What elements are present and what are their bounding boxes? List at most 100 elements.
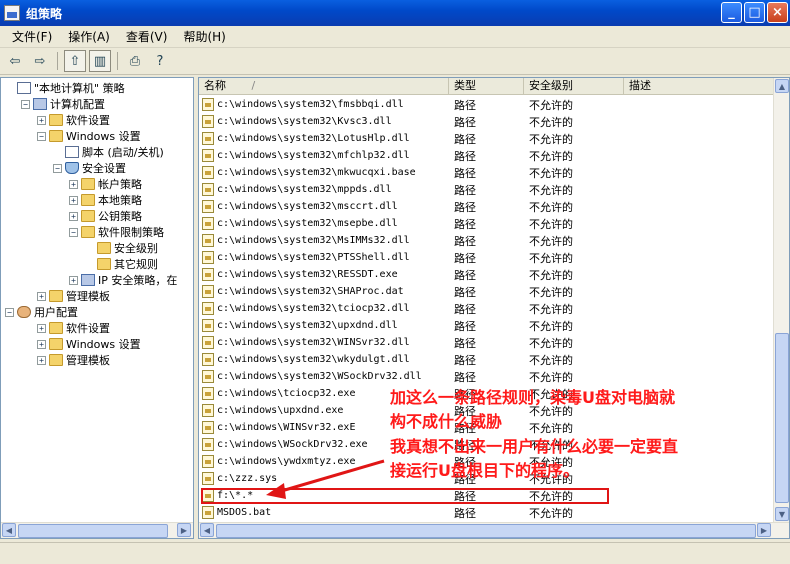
tree-item[interactable]: "本地计算机" 策略: [5, 80, 125, 96]
rule-row[interactable]: c:\windows\system32\LotusHlp.dll 路径 不允许的: [199, 130, 775, 147]
rule-row[interactable]: c:\windows\system32\MsIMMs32.dll 路径 不允许的: [199, 232, 775, 249]
rule-level-cell: 不允许的: [529, 200, 573, 214]
tree-item[interactable]: 脚本 (启动/关机): [53, 144, 164, 160]
folder-icon: [49, 290, 63, 302]
minimize-button[interactable]: _: [721, 2, 742, 23]
rule-row[interactable]: c:\windows\system32\WINSvr32.dll 路径 不允许的: [199, 334, 775, 351]
rule-path: MSDOS.bat: [217, 507, 272, 518]
scroll-left-arrow[interactable]: ◀: [2, 523, 16, 537]
tree-item[interactable]: − 计算机配置: [21, 96, 105, 112]
rule-row[interactable]: c:\windows\system32\mfchlp32.dll 路径 不允许的: [199, 147, 775, 164]
rule-row[interactable]: c:\windows\system32\WSockDrv32.dll 路径 不允许的: [199, 368, 775, 385]
rule-row[interactable]: c:\windows\system32\Kvsc3.dll 路径 不允许的: [199, 113, 775, 130]
tree-item[interactable]: + Windows 设置: [37, 336, 141, 352]
rule-type-cell: 路径: [454, 319, 476, 333]
tree-item-label: 计算机配置: [50, 98, 105, 111]
scroll-down-arrow[interactable]: ▼: [775, 507, 789, 521]
tree-item-label: 安全级别: [114, 242, 158, 255]
scroll-right-arrow[interactable]: ▶: [757, 523, 771, 537]
tree-scroll-thumb[interactable]: [18, 524, 168, 538]
expand-icon[interactable]: +: [37, 339, 46, 349]
rule-row[interactable]: c:\windows\system32\fmsbbqi.dll 路径 不允许的: [199, 96, 775, 113]
show-tree-icon[interactable]: ▥: [89, 50, 111, 72]
expand-icon[interactable]: +: [37, 291, 46, 301]
rule-level-cell: 不允许的: [529, 115, 573, 129]
list-hscroll-thumb[interactable]: [216, 524, 756, 538]
export-list-icon[interactable]: ⎙: [124, 50, 146, 72]
console-tree[interactable]: "本地计算机" 策略 − 计算机配置 + 软件设置 − Windows 设置 脚本 (启动/关…: [0, 77, 194, 539]
scroll-left-arrow[interactable]: ◀: [200, 523, 214, 537]
tree-item[interactable]: + 管理模板: [37, 288, 110, 304]
help-icon[interactable]: ?: [149, 50, 171, 72]
menu-file[interactable]: 文件(F): [4, 28, 60, 45]
tree-item[interactable]: + 帐户策略: [69, 176, 142, 192]
expand-icon[interactable]: +: [37, 355, 46, 365]
folder-icon: [81, 178, 95, 190]
rule-row[interactable]: c:\windows\system32\msccrt.dll 路径 不允许的: [199, 198, 775, 215]
tree-item-label: 本地策略: [98, 194, 142, 207]
list-horizontal-scrollbar[interactable]: ◀ ▶: [199, 522, 789, 538]
rule-level-cell: 不允许的: [529, 166, 573, 180]
collapse-icon[interactable]: −: [69, 227, 78, 237]
column-header-level[interactable]: 安全级别: [524, 78, 624, 95]
tree-item[interactable]: + 软件设置: [37, 320, 110, 336]
tree-item[interactable]: − 安全设置: [53, 160, 126, 176]
rule-type-cell: 路径: [454, 506, 476, 520]
rule-row[interactable]: c:\windows\system32\upxdnd.dll 路径 不允许的: [199, 317, 775, 334]
rule-row[interactable]: c:\windows\system32\mkwucqxi.base 路径 不允许的: [199, 164, 775, 181]
rule-path: c:\windows\upxdnd.exe: [217, 405, 344, 416]
up-folder-icon[interactable]: ⇧: [64, 50, 86, 72]
tree-item[interactable]: + 管理模板: [37, 352, 110, 368]
rule-path: c:\windows\system32\msepbe.dll: [217, 218, 398, 229]
tree-item[interactable]: + 软件设置: [37, 112, 110, 128]
folder-icon: [49, 114, 63, 126]
collapse-icon[interactable]: −: [21, 99, 30, 109]
rule-row[interactable]: c:\windows\system32\tciocp32.dll 路径 不允许的: [199, 300, 775, 317]
tree-item[interactable]: 其它规则: [85, 256, 158, 272]
tree-item-label: 管理模板: [66, 290, 110, 303]
tree-item[interactable]: 安全级别: [85, 240, 158, 256]
forward-icon[interactable]: ⇨: [29, 50, 51, 72]
list-vertical-scrollbar[interactable]: ▲ ▼: [773, 78, 789, 523]
rule-row[interactable]: c:\windows\system32\RESSDT.exe 路径 不允许的: [199, 266, 775, 283]
tree-item[interactable]: + IP 安全策略，在: [69, 272, 177, 288]
folder-icon: [49, 130, 63, 142]
expand-icon[interactable]: +: [37, 323, 46, 333]
collapse-icon[interactable]: −: [53, 163, 62, 173]
tree-item[interactable]: + 本地策略: [69, 192, 142, 208]
expand-icon[interactable]: +: [37, 115, 46, 125]
maximize-button[interactable]: □: [744, 2, 765, 23]
tree-item[interactable]: − Windows 设置: [37, 128, 141, 144]
tree-item[interactable]: − 软件限制策略: [69, 224, 164, 240]
menu-view[interactable]: 查看(V): [118, 28, 176, 45]
collapse-icon[interactable]: −: [37, 131, 46, 141]
expand-icon[interactable]: +: [69, 275, 78, 285]
annotation-line-4: 接运行U盘根目下的程序。: [390, 461, 579, 480]
expand-icon[interactable]: +: [69, 179, 78, 189]
rule-row[interactable]: c:\windows\system32\SHAProc.dat 路径 不允许的: [199, 283, 775, 300]
rule-row[interactable]: MSDOS.bat 路径 不允许的: [199, 504, 775, 521]
rule-row[interactable]: c:\windows\system32\msepbe.dll 路径 不允许的: [199, 215, 775, 232]
back-icon[interactable]: ⇦: [4, 50, 26, 72]
column-header-name[interactable]: 名称 /: [199, 78, 449, 95]
scroll-up-arrow[interactable]: ▲: [775, 79, 789, 93]
column-header-desc[interactable]: 描述: [624, 78, 775, 95]
rule-row[interactable]: c:\windows\system32\wkydulgt.dll 路径 不允许的: [199, 351, 775, 368]
expand-icon[interactable]: +: [69, 211, 78, 221]
collapse-icon[interactable]: −: [5, 307, 14, 317]
rule-level-cell: 不允许的: [529, 183, 573, 197]
tree-item[interactable]: + 公钥策略: [69, 208, 142, 224]
tree-item[interactable]: − 用户配置: [5, 304, 78, 320]
list-scroll-thumb[interactable]: [775, 333, 789, 503]
close-button[interactable]: ×: [767, 2, 788, 23]
column-header-type[interactable]: 类型: [449, 78, 524, 95]
tree-horizontal-scrollbar[interactable]: ◀ ▶: [1, 522, 193, 538]
expand-icon[interactable]: +: [69, 195, 78, 205]
menu-help[interactable]: 帮助(H): [175, 28, 233, 45]
rule-row[interactable]: c:\windows\system32\mppds.dll 路径 不允许的: [199, 181, 775, 198]
scroll-right-arrow[interactable]: ▶: [177, 523, 191, 537]
rule-row[interactable]: c:\windows\system32\PTSShell.dll 路径 不允许的: [199, 249, 775, 266]
menu-action[interactable]: 操作(A): [60, 28, 118, 45]
path-rule-icon: [202, 353, 214, 366]
folder-icon: [49, 354, 63, 366]
